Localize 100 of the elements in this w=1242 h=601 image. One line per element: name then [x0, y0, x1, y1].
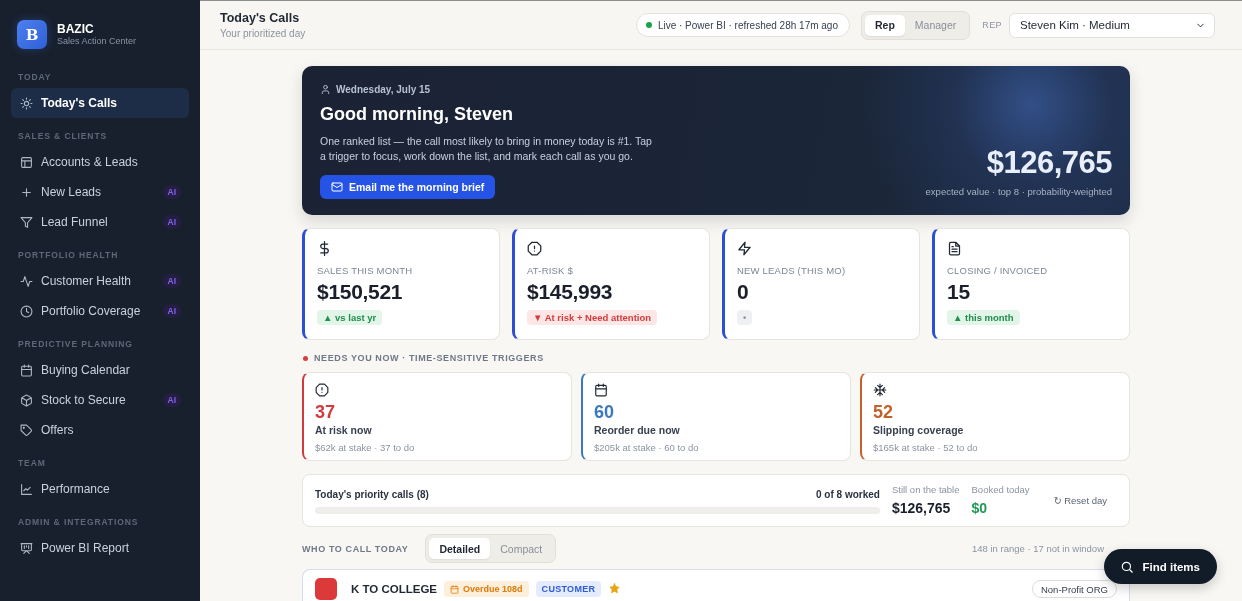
- plus-icon: [20, 185, 33, 199]
- trigger-detail: $165k at stake · 52 to do: [873, 441, 978, 454]
- toggle-option[interactable]: Detailed: [429, 538, 491, 559]
- calendar-icon: [450, 584, 460, 594]
- nav-item[interactable]: Lead Funnel AI: [11, 207, 189, 237]
- nav-section-label: PREDICTIVE PLANNING: [18, 338, 133, 350]
- brand-name: BAZIC: [57, 22, 95, 36]
- ai-badge: AI: [162, 393, 181, 407]
- trigger-label: Reorder due now: [594, 423, 680, 437]
- trend-pill: ▲ this month: [947, 310, 1020, 325]
- calendar-icon: [594, 383, 608, 397]
- tag-text: Overdue 108d: [463, 584, 523, 594]
- trigger-count: 60: [594, 402, 615, 422]
- stat-label: Booked today: [971, 484, 1030, 496]
- stat-value: $0: [971, 499, 988, 517]
- section-heading: WHO TO CALL TODAY: [302, 543, 409, 554]
- tag-icon: [20, 423, 33, 437]
- search-icon: [1120, 559, 1135, 574]
- mail-icon: [331, 181, 343, 193]
- field-label: REP: [982, 20, 1002, 30]
- brand-tagline: Sales Action Center: [57, 35, 137, 47]
- snowflake-icon: [873, 383, 887, 397]
- progress-count: 0 of 8 worked: [816, 487, 880, 501]
- nav-section-label: TODAY: [18, 71, 52, 83]
- nav-section-label: TEAM: [18, 457, 46, 469]
- hero-date: Wednesday, July 15: [336, 83, 431, 95]
- kpi-value: 15: [947, 280, 970, 304]
- document-icon: [947, 241, 962, 256]
- nav-item[interactable]: Today's Calls: [11, 88, 189, 118]
- expected-value-caption: expected value · top 8 · probability-weighted: [925, 185, 1112, 199]
- page-subtitle: Your prioritized day: [220, 28, 306, 39]
- nav-section-label: PORTFOLIO HEALTH: [18, 249, 119, 261]
- kpi-label: CLOSING / INVOICED: [947, 265, 1048, 277]
- clock-icon: [20, 304, 33, 318]
- rep-select[interactable]: Steven Kim · Medium: [1009, 12, 1215, 38]
- kpi-label: NEW LEADS (THIS MO): [737, 265, 846, 277]
- nav-section-label: SALES & CLIENTS: [18, 130, 108, 142]
- toggle-option[interactable]: Rep: [865, 14, 905, 36]
- trigger-detail: $62k at stake · 37 to do: [315, 441, 415, 454]
- kpi-value: 0: [737, 280, 749, 304]
- presentation-icon: [20, 541, 33, 555]
- section-heading: NEEDS YOU NOW · TIME-SENSITIVE TRIGGERS: [314, 353, 544, 363]
- stat-value: $126,765: [891, 499, 951, 517]
- cube-icon: [20, 393, 33, 407]
- nav-item[interactable]: Portfolio Coverage AI: [11, 296, 189, 326]
- trigger-detail: $205k at stake · 60 to do: [594, 441, 699, 454]
- ai-badge: AI: [162, 215, 181, 229]
- nav-item[interactable]: Performance: [11, 474, 189, 504]
- kpi-label: SALES THIS MONTH: [317, 265, 413, 277]
- ai-badge: AI: [162, 304, 181, 318]
- alert-dot-icon: [303, 355, 308, 361]
- trigger-card[interactable]: 60 Reorder due now $205k at stake · 60 to do: [581, 372, 851, 461]
- stat-label: Still on the table: [891, 484, 960, 496]
- trigger-card[interactable]: 52 Slipping coverage $165k at stake · 52 to do: [860, 372, 1130, 461]
- kpi-value: $145,993: [527, 280, 613, 304]
- trigger-count: 52: [873, 402, 894, 422]
- trigger-label: At risk now: [315, 423, 372, 437]
- progress-title: Today's priority calls (8): [315, 487, 429, 501]
- alert-icon: [315, 383, 329, 397]
- email-brief-button[interactable]: Email me the morning brief: [320, 175, 496, 199]
- account-name: K TO COLLEGE: [351, 582, 438, 597]
- nav-item[interactable]: New Leads AI: [11, 177, 189, 207]
- person-icon: [320, 83, 331, 95]
- find-items-button[interactable]: Find items: [1104, 549, 1217, 584]
- range-summary: 148 in range · 17 not in window: [971, 543, 1104, 554]
- greeting-heading: Good morning, Steven: [320, 103, 513, 126]
- reset-day-button[interactable]: ↻ Reset day: [1051, 492, 1109, 509]
- alert-icon: [527, 241, 542, 256]
- nav-section-label: ADMIN & INTEGRATIONS: [18, 516, 139, 528]
- ai-badge: AI: [162, 185, 181, 199]
- hero-description: One ranked list — the call most likely to bring in money today is #1. Tap a trigger to focus, work down the list, and mark each call as you go.: [320, 134, 653, 164]
- nav-item[interactable]: Offers: [11, 415, 189, 445]
- trend-pill: ▼ At risk + Need attention: [527, 310, 658, 325]
- rank-marker-icon: [315, 578, 337, 600]
- nav-item[interactable]: Buying Calendar: [11, 355, 189, 385]
- pulse-icon: [20, 274, 33, 288]
- trigger-card[interactable]: 37 At risk now $62k at stake · 37 to do: [302, 372, 572, 461]
- call-card[interactable]: K TO COLLEGE Overdue 108d CUSTOMER Non-Profit ORG: [302, 569, 1130, 601]
- trigger-label: Slipping coverage: [873, 423, 964, 437]
- filter-icon: [20, 215, 33, 229]
- trigger-count: 37: [315, 402, 336, 422]
- ai-badge: AI: [162, 274, 181, 288]
- sun-icon: [20, 96, 33, 110]
- nav-item[interactable]: Customer Health AI: [11, 266, 189, 296]
- kpi-value: $150,521: [317, 280, 403, 304]
- trend-pill: ▲ vs last yr: [317, 310, 383, 325]
- nav-item[interactable]: Power BI Report: [11, 533, 189, 563]
- nav-item[interactable]: Accounts & Leads: [11, 147, 189, 177]
- lightning-icon: [737, 241, 752, 256]
- page-title: Today's Calls: [220, 11, 300, 25]
- customer-type-tag: CUSTOMER: [535, 581, 602, 597]
- line-chart-icon: [20, 482, 33, 496]
- brand-logo: B: [17, 20, 47, 49]
- kpi-label: AT-RISK $: [527, 265, 573, 277]
- expected-value-amount: $126,765: [986, 145, 1112, 181]
- table-icon: [20, 155, 33, 169]
- calendar-icon: [20, 363, 33, 377]
- nav-item[interactable]: Stock to Secure AI: [11, 385, 189, 415]
- status-text: Live · Power BI · refreshed 28h 17m ago: [657, 19, 838, 31]
- trend-pill: •: [737, 310, 753, 325]
